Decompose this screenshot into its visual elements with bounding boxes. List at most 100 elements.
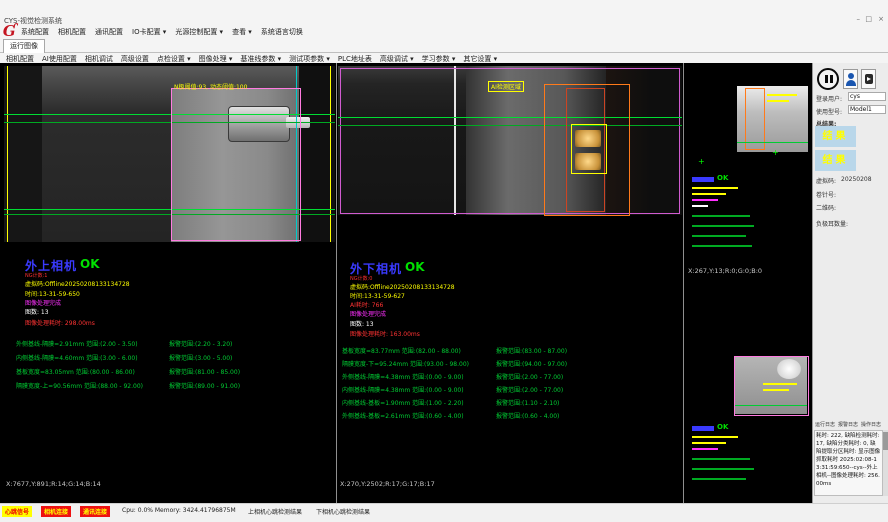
comm-connection-badge: 通讯连接	[80, 506, 110, 517]
frame-count-label: 图数: 13	[350, 319, 374, 328]
mini-green-line	[737, 142, 808, 143]
alarm-range-text: 报警范围:(2.00 - 77.00)	[496, 385, 563, 394]
qrcode-label: 二维码:	[816, 203, 836, 212]
panel-divider	[336, 63, 337, 503]
panel-camera-outer-upper[interactable]: N极阈值:93, 动态阈值:100 外上相机 OK NG计数:1 虚拟码:Off…	[4, 63, 335, 503]
lower-camera-heartbeat-result[interactable]: 下相机心跳检测结果	[316, 507, 370, 516]
baseline-green-1	[338, 117, 682, 118]
measurement-row: 内侧基线-隔膜=4.60mm 范围:(3.00 - 6.00) 报警范围:(3.…	[4, 353, 335, 363]
mini-yellow-row	[692, 442, 726, 444]
tab-divider	[0, 52, 888, 53]
log-scrollbar[interactable]	[883, 430, 888, 496]
ng-count-label: NG计数:0	[350, 275, 372, 282]
exit-button[interactable]	[861, 69, 876, 89]
menu-comm-config[interactable]: 通讯配置	[95, 27, 123, 37]
tab-run-image[interactable]: 运行图像	[3, 39, 45, 53]
sidebar: 登录用户: 使用型号: 总结果: 结果 结果 虚拟码: 20250208 卷针号…	[812, 63, 888, 503]
log-tab-operation[interactable]: 操作日志	[861, 421, 881, 428]
thumbnail-image[interactable]	[737, 86, 808, 152]
mini-camera-name-bar	[692, 177, 714, 182]
process-time-label: 图像处理耗时: 298.00ms	[25, 318, 95, 327]
alarm-range-text: 报警范围:(89.00 - 91.00)	[169, 381, 240, 390]
alarm-range-text: 报警范围:(81.00 - 85.00)	[169, 367, 240, 376]
panel-thumbnail-top[interactable]: + + OK X:267,Y:13;R:0;G:0;B:0	[686, 63, 811, 278]
alarm-range-text: 报警范围:(2.20 - 3.20)	[169, 339, 232, 348]
mini-yellow-row	[692, 187, 738, 189]
close-button[interactable]: ×	[878, 15, 884, 23]
measurement-text: 外侧基线-基板=2.61mm 范围:(0.60 - 4.00)	[342, 411, 464, 420]
menu-system-config[interactable]: 系统配置	[21, 27, 49, 37]
window-header: CYS-视觉检测系统 – □ × Ɠ 系统配置 相机配置 通讯配置 IO卡配置 …	[0, 0, 888, 64]
login-user-field[interactable]	[848, 92, 886, 101]
measurement-text: 外侧基线-隔膜=2.91mm 范围:(2.00 - 3.50)	[16, 339, 138, 348]
image-dark-column	[4, 66, 42, 242]
edge-line-yellow-left	[7, 66, 8, 242]
alarm-range-text: 报警范围:(2.00 - 77.00)	[496, 372, 563, 381]
minimize-button[interactable]: –	[857, 15, 861, 23]
measurement-row: 隔膜宽度-上=90.56mm 范围:(88.00 - 92.00) 报警范围:(…	[4, 381, 335, 391]
edge-line-yellow-right	[330, 66, 331, 242]
measurement-text: 隔膜宽度-上=90.56mm 范围:(88.00 - 92.00)	[16, 381, 143, 390]
app-window: CYS-视觉检测系统 – □ × Ɠ 系统配置 相机配置 通讯配置 IO卡配置 …	[0, 0, 888, 522]
alarm-range-text: 报警范围:(83.00 - 87.00)	[496, 346, 567, 355]
process-done-label: 图像处理完成	[25, 298, 61, 307]
measurement-row: 外侧基线-隔膜=2.91mm 范围:(2.00 - 3.50) 报警范围:(2.…	[4, 339, 335, 349]
menu-language-switch[interactable]: 系统语言切换	[261, 27, 303, 37]
menu-camera-config[interactable]: 相机配置	[58, 27, 86, 37]
panel-thumbnail-bottom[interactable]: OK X:311,Y:980;R:0;G:0;B:0	[686, 278, 811, 503]
mini-magenta-row	[692, 448, 718, 450]
panel-camera-outer-lower[interactable]: AI检测区域 外下相机 OK NG计数:0 虚拟码:Offline2025020…	[338, 63, 682, 503]
measurement-text: 外侧基线-隔膜=4.38mm 范围:(0.00 - 9.00)	[342, 372, 464, 381]
mini-result-ok: OK	[717, 423, 728, 431]
result-ok-label: OK	[405, 260, 425, 274]
pause-button[interactable]	[817, 68, 839, 90]
heartbeat-status-badge: 心跳信号	[2, 506, 32, 517]
mini-camera-name-bar	[692, 426, 714, 431]
exit-icon-arrow	[867, 77, 871, 81]
measurement-text: 内侧基线-隔膜=4.60mm 范围:(3.00 - 6.00)	[16, 353, 138, 362]
roi-rect-orange	[745, 88, 765, 150]
user-icon	[846, 80, 856, 86]
needle-number-label: 卷针号:	[816, 190, 836, 199]
result-badge-upper: 结果	[815, 126, 856, 147]
mini-green-row	[692, 245, 752, 247]
mini-yellow-text-bar	[767, 94, 797, 96]
time-label: 时间:13-31-59-650	[25, 289, 80, 298]
mini-yellow-text-bar	[767, 100, 789, 102]
mini-green-row	[692, 458, 750, 460]
mini-green-row	[692, 478, 746, 480]
model-field[interactable]	[848, 105, 886, 114]
ai-region-label: AI检测区域	[488, 81, 524, 92]
measurement-row: 基板宽度=83.05mm 范围:(80.00 - 86.00) 报警范围:(81…	[4, 367, 335, 377]
alarm-range-text: 报警范围:(3.00 - 5.00)	[169, 353, 232, 362]
pixel-coords-readout: X:270,Y:2502;R:17;G:17;B:17	[340, 480, 435, 488]
time-label: 时间:13-31-59-627	[350, 291, 405, 300]
process-time-label: 图像处理耗时: 163.00ms	[350, 329, 420, 338]
pause-icon	[825, 75, 828, 83]
result-badge-lower: 结果	[815, 150, 856, 171]
menu-io-config[interactable]: IO卡配置 ▾	[132, 27, 166, 37]
menu-light-config[interactable]: 光源控制配置 ▾	[175, 27, 223, 37]
login-user-label: 登录用户:	[816, 94, 842, 103]
maximize-button[interactable]: □	[865, 15, 872, 23]
measurement-row: 内侧基线-隔膜=4.38mm 范围:(0.00 - 9.00) 报警范围:(2.…	[338, 385, 682, 395]
menu-view[interactable]: 查看 ▾	[232, 27, 252, 37]
log-tab-alarm[interactable]: 报警日志	[838, 421, 858, 428]
user-login-button[interactable]	[843, 69, 858, 89]
mini-yellow-row	[692, 193, 726, 195]
log-textarea[interactable]: 耗时: 222, 缺陷检测耗时: 17, 缺陷分类耗时: 0, 缺陷提取分区耗时…	[814, 430, 883, 496]
virtual-code-label: 虚拟码:	[816, 176, 836, 185]
alarm-range-text: 报警范围:(1.10 - 2.10)	[496, 398, 559, 407]
mini-yellow-row	[692, 436, 738, 438]
mini-green-row	[692, 235, 746, 237]
log-tab-run[interactable]: 运行日志	[815, 421, 835, 428]
upper-camera-heartbeat-result[interactable]: 上相机心跳检测结果	[248, 507, 302, 516]
pause-icon	[830, 75, 833, 83]
user-icon	[848, 73, 854, 79]
green-cross-marker: +	[772, 149, 779, 157]
virtual-code-label: 虚拟码:Offline20250208133134728	[350, 282, 455, 291]
log-scrollbar-thumb[interactable]	[883, 432, 888, 450]
mini-magenta-row	[692, 199, 718, 201]
pixel-coords-readout: X:267,Y:13;R:0;G:0;B:0	[688, 267, 762, 275]
mini-green-row	[692, 215, 750, 217]
